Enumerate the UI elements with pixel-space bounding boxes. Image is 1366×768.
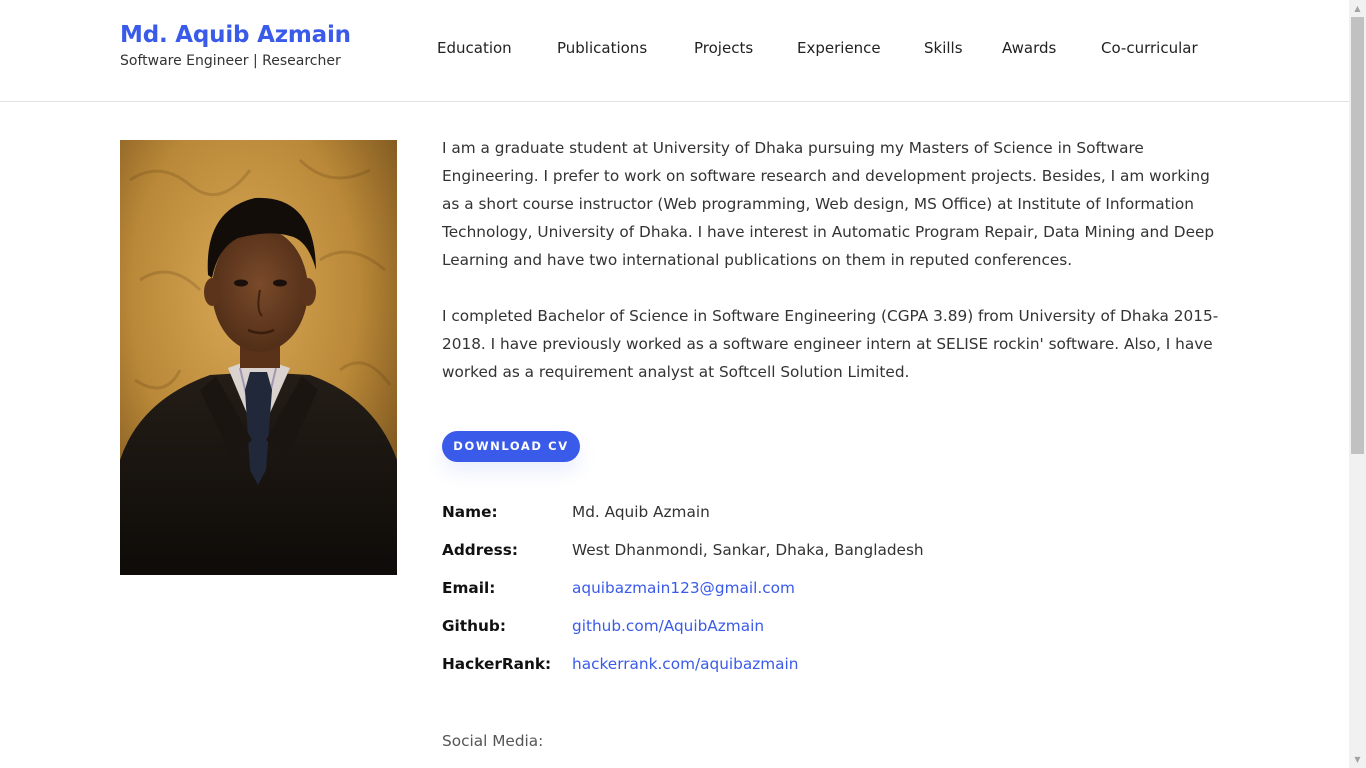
about-paragraph-1: I am a graduate student at University of… [442, 139, 1215, 269]
nav-link-experience[interactable]: Experience [797, 39, 881, 57]
info-label: Email: [442, 579, 496, 597]
page-scrollbar[interactable]: ▲ ▼ [1349, 0, 1366, 768]
nav-link-publications[interactable]: Publications [557, 39, 647, 57]
download-cv-button[interactable]: DOWNLOAD CV [442, 431, 580, 462]
site-title[interactable]: Md. Aquib Azmain [120, 22, 351, 48]
nav-link-awards[interactable]: Awards [1002, 39, 1056, 57]
scrollbar-thumb[interactable] [1351, 17, 1364, 454]
scroll-down-arrow-icon[interactable]: ▼ [1349, 751, 1366, 768]
info-value: Md. Aquib Azmain [572, 503, 710, 521]
page: Md. Aquib Azmain Software Engineer | Res… [0, 0, 1349, 768]
nav-link-skills[interactable]: Skills [924, 39, 963, 57]
scroll-up-arrow-icon[interactable]: ▲ [1349, 0, 1366, 17]
about-paragraph-2: I completed Bachelor of Science in Softw… [442, 307, 1219, 381]
nav-link-projects[interactable]: Projects [694, 39, 753, 57]
profile-photo [120, 140, 397, 575]
nav-link-education[interactable]: Education [437, 39, 512, 57]
social-media-label: Social Media: [442, 732, 544, 750]
info-value: West Dhanmondi, Sankar, Dhaka, Banglades… [572, 541, 924, 559]
site-tagline: Software Engineer | Researcher [120, 53, 341, 69]
hackerrank-link[interactable]: hackerrank.com/aquibazmain [572, 652, 799, 676]
github-link[interactable]: github.com/AquibAzmain [572, 614, 764, 638]
email-link[interactable]: aquibazmain123@gmail.com [572, 576, 795, 600]
info-label: Github: [442, 617, 506, 635]
info-label: HackerRank: [442, 655, 552, 673]
info-label: Address: [442, 541, 518, 559]
site-header: Md. Aquib Azmain Software Engineer | Res… [0, 0, 1349, 102]
about-text: I am a graduate student at University of… [442, 134, 1227, 386]
nav-link-co-curricular[interactable]: Co-curricular [1101, 39, 1198, 57]
info-label: Name: [442, 503, 498, 521]
